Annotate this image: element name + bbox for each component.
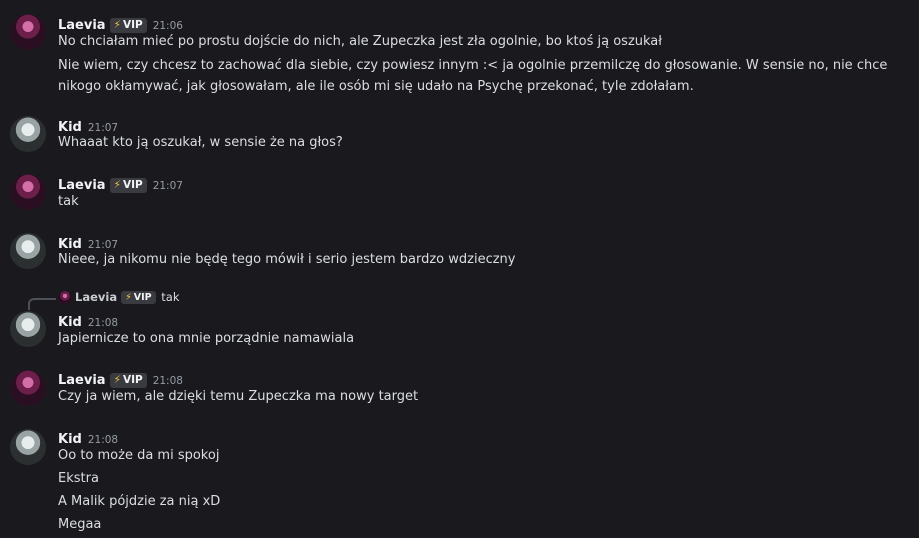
message-text: Japiernicze to ona mnie porządnie namawi… [58,331,355,346]
username[interactable]: Laevia [58,18,106,33]
username[interactable]: Laevia [58,373,106,388]
message-header: Kid 21:07 [58,116,118,135]
lightning-icon: ⚡ [113,19,121,31]
timestamp[interactable]: 21:06 [153,20,183,32]
avatar[interactable] [10,429,46,465]
message-header: Laevia ⚡ VIP 21:06 [58,14,183,33]
timestamp[interactable]: 21:08 [88,317,118,329]
username[interactable]: Kid [58,432,82,447]
avatar[interactable] [10,14,46,50]
avatar [58,290,72,305]
message-text: tak [58,194,79,209]
lightning-icon: ⚡ [113,374,121,386]
message-text: Megaa [58,517,102,532]
message-text: Ekstra [58,471,99,486]
reply-preview[interactable]: Laevia ⚡ VIP tak [58,290,180,305]
avatar[interactable] [10,233,46,269]
username[interactable]: Laevia [58,178,106,193]
timestamp[interactable]: 21:07 [88,122,118,134]
timestamp[interactable]: 21:07 [88,239,118,251]
lightning-icon: ⚡ [125,292,132,303]
reply-username[interactable]: Laevia [75,290,117,304]
timestamp[interactable]: 21:07 [153,180,183,192]
message-header: Kid 21:08 [58,311,118,330]
message-header: Laevia ⚡ VIP 21:07 [58,174,183,193]
username[interactable]: Kid [58,237,82,252]
timestamp[interactable]: 21:08 [153,375,183,387]
username[interactable]: Kid [58,120,82,135]
avatar[interactable] [10,174,46,210]
avatar[interactable] [10,116,46,152]
message-header: Kid 21:07 [58,233,118,252]
message-text: Nieee, ja nikomu nie będę tego mówił i s… [58,252,516,267]
lightning-icon: ⚡ [113,179,121,191]
vip-badge: ⚡ VIP [109,178,147,193]
message-text: Nie wiem, czy chcesz to zachować dla sie… [58,58,888,94]
reply-text: tak [161,290,180,304]
timestamp[interactable]: 21:08 [88,434,118,446]
reply-connector [28,298,56,310]
message-header: Kid 21:08 [58,428,118,447]
message-text: Czy ja wiem, ale dzięki temu Zupeczka ma… [58,389,419,404]
vip-badge: ⚡ VIP [109,373,147,388]
vip-badge: ⚡ VIP [121,291,156,304]
message-text: A Malik pójdzie za nią xD [58,494,221,509]
vip-badge: ⚡ VIP [109,18,147,33]
username[interactable]: Kid [58,315,82,330]
message-header: Laevia ⚡ VIP 21:08 [58,369,183,388]
message-text: Oo to może da mi spokoj [58,448,220,463]
avatar[interactable] [10,370,46,406]
message-text: Whaaat kto ją oszukał, w sensie że na gł… [58,135,343,150]
message-text: No chciałam mieć po prostu dojście do ni… [58,34,662,49]
avatar[interactable] [10,311,46,347]
